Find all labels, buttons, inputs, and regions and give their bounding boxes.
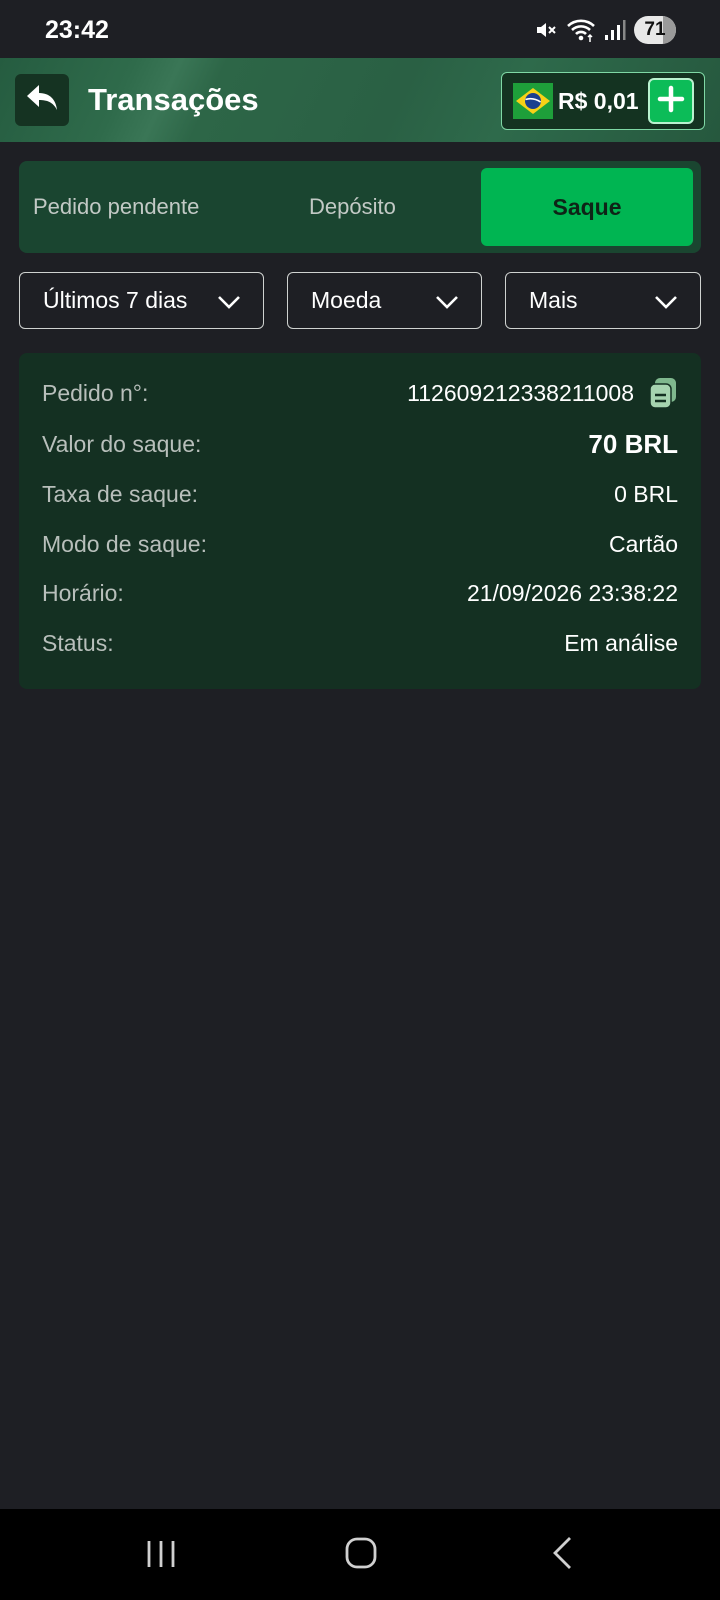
more-label: Mais bbox=[529, 287, 578, 313]
copy-icon[interactable] bbox=[648, 377, 678, 409]
order-row: Pedido n°: 112609212338211008 bbox=[42, 373, 678, 413]
amount-value: 70 BRL bbox=[588, 428, 678, 459]
wifi-icon bbox=[566, 17, 596, 43]
order-number: 112609212338211008 bbox=[407, 379, 634, 406]
mode-label: Modo de saque: bbox=[42, 530, 207, 557]
fee-label: Taxa de saque: bbox=[42, 480, 199, 507]
battery-level: 71 bbox=[644, 19, 666, 40]
wallet-balance[interactable]: R$ 0,01 bbox=[501, 72, 705, 130]
back-arrow-icon bbox=[25, 83, 59, 118]
back-nav-icon[interactable] bbox=[550, 1535, 576, 1576]
status-time: 23:42 bbox=[45, 16, 109, 44]
page-title: Transações bbox=[88, 82, 259, 117]
date-range-label: Últimos 7 dias bbox=[43, 287, 188, 313]
currency-label: Moeda bbox=[311, 287, 382, 313]
chevron-down-icon bbox=[217, 289, 241, 316]
fee-value: 0 BRL bbox=[614, 480, 678, 507]
mode-value: Cartão bbox=[608, 530, 678, 557]
time-label: Horário: bbox=[42, 579, 124, 606]
back-button[interactable] bbox=[15, 74, 69, 126]
chevron-down-icon bbox=[654, 289, 678, 316]
signal-icon bbox=[604, 18, 626, 42]
battery-icon: 71 bbox=[634, 16, 676, 44]
app-header: Transações R$ 0,01 bbox=[0, 58, 720, 142]
balance-amount: R$ 0,01 bbox=[558, 87, 639, 114]
mute-icon bbox=[534, 18, 558, 42]
tab-deposit[interactable]: Depósito bbox=[309, 161, 396, 253]
order-value-wrap: 112609212338211008 bbox=[407, 377, 678, 409]
plus-icon bbox=[657, 85, 685, 118]
time-value: 21/09/2026 23:38:22 bbox=[466, 579, 678, 606]
status-value: Em análise bbox=[564, 629, 678, 656]
transaction-card: Pedido n°: 112609212338211008 Valor do s… bbox=[19, 353, 701, 689]
time-row: Horário: 21/09/2026 23:38:22 bbox=[42, 573, 678, 613]
mode-row: Modo de saque: Cartão bbox=[42, 524, 678, 564]
transaction-tabs: Pedido pendente Depósito Saque bbox=[19, 161, 701, 253]
more-filter[interactable]: Mais bbox=[505, 272, 701, 329]
currency-filter[interactable]: Moeda bbox=[287, 272, 482, 329]
tab-withdrawal[interactable]: Saque bbox=[481, 168, 693, 246]
tab-pending-order[interactable]: Pedido pendente bbox=[33, 161, 199, 253]
status-row: Status: Em análise bbox=[42, 623, 678, 663]
amount-label: Valor do saque: bbox=[42, 430, 202, 457]
home-icon[interactable] bbox=[344, 1535, 378, 1576]
add-funds-button[interactable] bbox=[648, 78, 694, 124]
chevron-down-icon bbox=[435, 289, 459, 316]
order-label: Pedido n°: bbox=[42, 379, 149, 406]
amount-row: Valor do saque: 70 BRL bbox=[42, 424, 678, 464]
date-range-filter[interactable]: Últimos 7 dias bbox=[19, 272, 264, 329]
system-nav-bar bbox=[0, 1509, 720, 1600]
status-icons: 71 bbox=[534, 14, 676, 46]
brazil-flag-icon bbox=[513, 83, 553, 119]
status-bar: 23:42 71 bbox=[0, 0, 720, 58]
status-label: Status: bbox=[42, 629, 114, 656]
fee-row: Taxa de saque: 0 BRL bbox=[42, 474, 678, 514]
recent-apps-icon[interactable] bbox=[146, 1535, 176, 1576]
